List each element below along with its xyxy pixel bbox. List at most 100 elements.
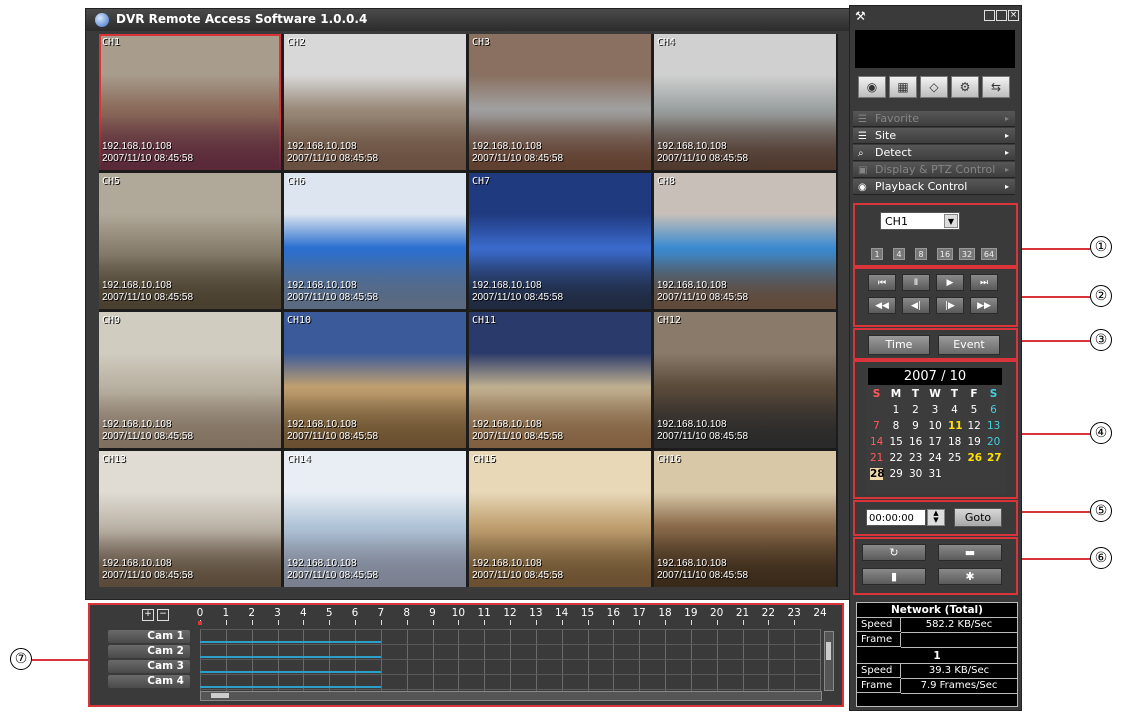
camera-tile[interactable]: CH3 192.168.10.108 2007/11/10 08:45:58 bbox=[469, 34, 651, 170]
zoom-out-button[interactable]: − bbox=[157, 609, 169, 621]
time-spinner[interactable]: ▲ ▼ bbox=[927, 509, 945, 526]
calendar-day[interactable]: 12 bbox=[968, 420, 981, 432]
calendar-day[interactable]: 29 bbox=[890, 468, 903, 480]
calendar-day[interactable]: 8 bbox=[890, 420, 903, 432]
timeline-grid[interactable] bbox=[200, 629, 821, 693]
skip-forward-icon[interactable]: ⏭ bbox=[970, 274, 998, 291]
camera-tile[interactable]: CH11 192.168.10.108 2007/11/10 08:45:58 bbox=[469, 312, 651, 448]
chevron-down-icon[interactable]: ▼ bbox=[944, 214, 958, 228]
camera-tile[interactable]: CH5 192.168.10.108 2007/11/10 08:45:58 bbox=[99, 173, 281, 309]
calendar-day[interactable]: 2 bbox=[909, 404, 922, 416]
camera-tile[interactable]: CH13 192.168.10.108 2007/11/10 08:45:58 bbox=[99, 451, 281, 587]
close-icon[interactable]: × bbox=[1008, 10, 1019, 21]
calendar-day[interactable]: 17 bbox=[929, 436, 942, 448]
calendar-day[interactable]: 9 bbox=[909, 420, 922, 432]
play-icon[interactable]: ▶ bbox=[936, 274, 964, 291]
camera-tile[interactable]: CH10 192.168.10.108 2007/11/10 08:45:58 bbox=[284, 312, 466, 448]
calendar-day[interactable]: 25 bbox=[948, 452, 961, 464]
menu-item[interactable]: ☰ Site ▸ bbox=[853, 128, 1015, 144]
timeline-cam-label[interactable]: Cam 4 bbox=[108, 675, 190, 688]
settings-gear-icon[interactable]: ⚙ bbox=[951, 76, 979, 98]
time-input[interactable]: 00:00:00 bbox=[866, 509, 926, 526]
camera-tile[interactable]: CH4 192.168.10.108 2007/11/10 08:45:58 bbox=[654, 34, 836, 170]
layout-button[interactable]: 8 bbox=[915, 248, 927, 260]
tools-icon[interactable]: ⚒ bbox=[855, 9, 866, 23]
calendar-day[interactable]: 13 bbox=[987, 420, 1000, 432]
layout-button[interactable]: 4 bbox=[893, 248, 905, 260]
calendar-day[interactable]: 27 bbox=[987, 452, 1002, 464]
time-mode-button[interactable]: Time bbox=[868, 335, 930, 355]
camera-tile[interactable]: CH16 192.168.10.108 2007/11/10 08:45:58 bbox=[654, 451, 836, 587]
calendar-day[interactable]: 24 bbox=[929, 452, 942, 464]
calendar-day[interactable]: 16 bbox=[909, 436, 922, 448]
refresh-icon[interactable]: ↻ bbox=[862, 544, 926, 561]
timeline-hscrollbar[interactable] bbox=[200, 691, 822, 701]
skip-back-icon[interactable]: ⏮ bbox=[868, 274, 896, 291]
zoom-in-button[interactable]: + bbox=[142, 609, 154, 621]
fast-forward-icon[interactable]: ▶▶ bbox=[970, 297, 998, 314]
calendar-day[interactable]: 10 bbox=[929, 420, 942, 432]
menu-item[interactable]: ◉ Playback Control ▸ bbox=[853, 179, 1015, 195]
eraser-icon[interactable]: ◇ bbox=[920, 76, 948, 98]
save-icon[interactable]: ▬ bbox=[938, 544, 1002, 561]
calendar-day[interactable]: 4 bbox=[948, 404, 961, 416]
calendar-day[interactable]: 6 bbox=[987, 404, 1000, 416]
camera-tile[interactable]: CH14 192.168.10.108 2007/11/10 08:45:58 bbox=[284, 451, 466, 587]
menu-item[interactable]: ▣ Display & PTZ Control ▸ bbox=[853, 162, 1015, 178]
title-bar[interactable]: DVR Remote Access Software 1.0.0.4 bbox=[86, 9, 849, 31]
recording-bar[interactable] bbox=[200, 656, 381, 658]
calendar-day[interactable]: 3 bbox=[929, 404, 942, 416]
grid-layout-icon[interactable]: ▦ bbox=[889, 76, 917, 98]
menu-item[interactable]: ☰ Favorite ▸ bbox=[853, 111, 1015, 127]
camera-tile[interactable]: CH2 192.168.10.108 2007/11/10 08:45:58 bbox=[284, 34, 466, 170]
settings-icon[interactable]: ✱ bbox=[938, 568, 1002, 585]
timeline-cam-label[interactable]: Cam 1 bbox=[108, 630, 190, 643]
calendar-day[interactable]: 7 bbox=[870, 420, 883, 432]
camera-tile[interactable]: CH6 192.168.10.108 2007/11/10 08:45:58 bbox=[284, 173, 466, 309]
camera-tile[interactable]: CH15 192.168.10.108 2007/11/10 08:45:58 bbox=[469, 451, 651, 587]
layout-button[interactable]: 1 bbox=[871, 248, 883, 260]
camera-tile[interactable]: CH7 192.168.10.108 2007/11/10 08:45:58 bbox=[469, 173, 651, 309]
export-icon[interactable]: ▮ bbox=[862, 568, 926, 585]
recording-bar[interactable] bbox=[200, 686, 381, 688]
menu-item[interactable]: ⌕ Detect ▸ bbox=[853, 145, 1015, 161]
minimize-icon[interactable] bbox=[984, 10, 995, 21]
calendar-day[interactable]: 11 bbox=[948, 420, 963, 432]
calendar-day[interactable]: 19 bbox=[968, 436, 981, 448]
calendar-day[interactable]: 14 bbox=[870, 436, 883, 448]
goto-button[interactable]: Goto bbox=[954, 508, 1002, 527]
camera-tile[interactable]: CH1 192.168.10.108 2007/11/10 08:45:58 bbox=[99, 34, 281, 170]
layout-button[interactable]: 16 bbox=[937, 248, 953, 260]
calendar-day[interactable]: 31 bbox=[929, 468, 942, 480]
channel-dropdown[interactable]: CH1 ▼ bbox=[880, 212, 960, 230]
layout-button[interactable]: 32 bbox=[959, 248, 975, 260]
step-back-icon[interactable]: ◀| bbox=[902, 297, 930, 314]
vscroll-thumb[interactable] bbox=[826, 642, 831, 660]
calendar-day[interactable]: 22 bbox=[890, 452, 903, 464]
pause-icon[interactable]: Ⅱ bbox=[902, 274, 930, 291]
calendar-day[interactable]: 5 bbox=[968, 404, 981, 416]
event-mode-button[interactable]: Event bbox=[938, 335, 1000, 355]
camera-tile[interactable]: CH9 192.168.10.108 2007/11/10 08:45:58 bbox=[99, 312, 281, 448]
camera-view-icon[interactable]: ◉ bbox=[858, 76, 886, 98]
calendar-day[interactable]: 20 bbox=[987, 436, 1000, 448]
step-forward-icon[interactable]: |▶ bbox=[936, 297, 964, 314]
network-swap-icon[interactable]: ⇆ bbox=[982, 76, 1010, 98]
hscroll-thumb[interactable] bbox=[211, 693, 229, 698]
calendar-day[interactable]: 28 bbox=[870, 468, 885, 480]
timeline-cam-label[interactable]: Cam 3 bbox=[108, 660, 190, 673]
calendar-day[interactable]: 1 bbox=[890, 404, 903, 416]
timeline-position-marker[interactable] bbox=[198, 621, 202, 625]
calendar-day[interactable]: 26 bbox=[968, 452, 983, 464]
camera-tile[interactable]: CH8 192.168.10.108 2007/11/10 08:45:58 bbox=[654, 173, 836, 309]
camera-tile[interactable]: CH12 192.168.10.108 2007/11/10 08:45:58 bbox=[654, 312, 836, 448]
timeline-cam-label[interactable]: Cam 2 bbox=[108, 645, 190, 658]
calendar-day[interactable]: 30 bbox=[909, 468, 922, 480]
recording-bar[interactable] bbox=[200, 671, 381, 673]
calendar-day[interactable]: 15 bbox=[890, 436, 903, 448]
maximize-icon[interactable] bbox=[996, 10, 1007, 21]
calendar-day[interactable]: 21 bbox=[870, 452, 883, 464]
calendar-day[interactable]: 23 bbox=[909, 452, 922, 464]
recording-bar[interactable] bbox=[200, 641, 381, 643]
calendar-day[interactable]: 18 bbox=[948, 436, 961, 448]
